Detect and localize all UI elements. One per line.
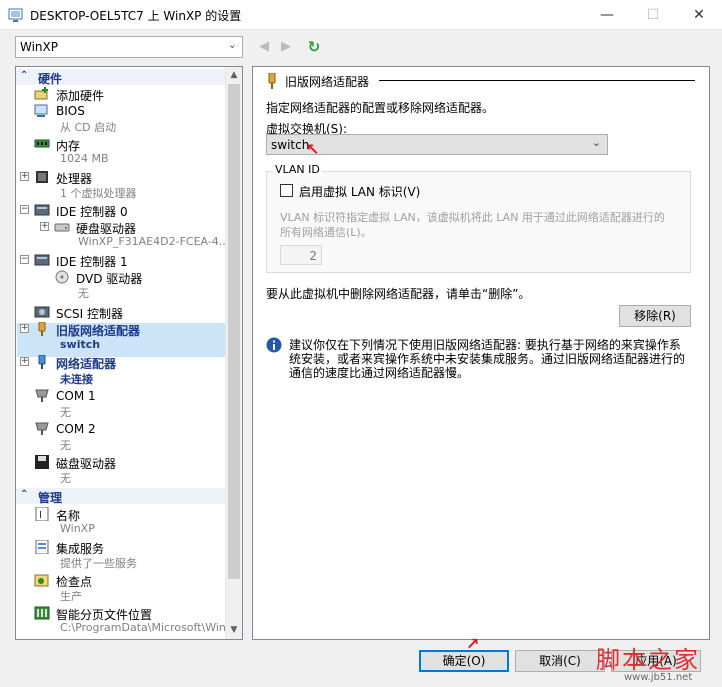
forward-icon: ▶ bbox=[281, 39, 291, 54]
cancel-button[interactable]: 取消(C) bbox=[515, 650, 605, 672]
remove-instructions: 要从此虚拟机中删除网络适配器，请单击“删除”。 bbox=[266, 287, 531, 301]
tree-item-detail: 生产 bbox=[60, 590, 82, 603]
vlan-id-value: 2 bbox=[309, 249, 317, 263]
tree-item-label: COM 1 bbox=[56, 389, 96, 403]
tree-item-detail: 1024 MB bbox=[60, 152, 109, 165]
scsi-controller-icon bbox=[34, 306, 50, 318]
info-icon bbox=[266, 337, 282, 353]
vlan-description-2: 所有网络通信(L)。 bbox=[280, 226, 372, 239]
tree-item-detail: 1 个虚拟处理器 bbox=[60, 187, 137, 200]
tree-item-detail: WinXP bbox=[60, 522, 95, 535]
hard-drive-icon bbox=[54, 223, 70, 232]
ok-button[interactable]: 确定(O) bbox=[419, 650, 509, 672]
bios-icon bbox=[34, 104, 48, 117]
vlan-description: VLAN 标识符指定虚拟 LAN，该虚拟机将此 LAN 用于通过此网络适配器进行… bbox=[280, 211, 665, 224]
tree-item-label: IDE 控制器 1 bbox=[56, 255, 128, 269]
virtual-switch-value: switch bbox=[271, 138, 310, 152]
panel-heading: 旧版网络适配器 bbox=[285, 75, 370, 89]
remove-button[interactable]: 移除(R) bbox=[619, 305, 691, 327]
svg-text:I: I bbox=[39, 510, 42, 521]
tree-item-detail: C:\ProgramData\Microsoft\Win... bbox=[60, 621, 237, 634]
ide-controller-icon bbox=[34, 254, 50, 266]
management-header-label: 管理 bbox=[38, 491, 63, 505]
tree-item-label: 旧版网络适配器 bbox=[56, 324, 141, 338]
tree-item-label: BIOS bbox=[56, 104, 85, 118]
legacy-network-adapter-icon bbox=[38, 322, 46, 336]
back-icon: ◀ bbox=[259, 39, 269, 54]
tree-item-detail: 未连接 bbox=[60, 373, 93, 386]
management-section-header[interactable]: ⌃ 管理 bbox=[16, 488, 226, 505]
vlan-checkbox-label[interactable]: 启用虚拟 LAN 标识(V) bbox=[299, 183, 420, 200]
tree-item-detail: 无 bbox=[60, 439, 71, 452]
tree-item-detail: 无 bbox=[60, 472, 71, 485]
dvd-drive-icon bbox=[55, 270, 69, 284]
tree-item-label: COM 2 bbox=[56, 422, 96, 436]
hardware-header-label: 硬件 bbox=[38, 72, 63, 86]
com-port-icon bbox=[35, 422, 49, 435]
collapse-icon: ⌃ bbox=[20, 489, 29, 500]
name-icon: I bbox=[35, 507, 49, 521]
network-adapter-icon bbox=[38, 355, 46, 369]
collapse-icon: ⌃ bbox=[20, 70, 29, 81]
memory-icon bbox=[34, 139, 50, 148]
hardware-tree[interactable]: ⌃ 硬件 添加硬件 BIOS 从 CD 启动 内存 1024 MB + 处理器 … bbox=[15, 66, 243, 640]
tree-item-detail: 从 CD 启动 bbox=[60, 121, 117, 134]
integration-services-icon bbox=[35, 540, 49, 554]
expand-icon[interactable]: + bbox=[20, 172, 29, 181]
chevron-down-icon: ⌄ bbox=[227, 38, 237, 51]
hyperv-settings-icon bbox=[8, 8, 23, 22]
panel-description: 指定网络适配器的配置或移除网络适配器。 bbox=[266, 101, 495, 115]
watermark-text: 脚本之家 bbox=[596, 646, 700, 674]
expand-icon[interactable]: + bbox=[20, 357, 29, 366]
heading-divider bbox=[379, 80, 695, 81]
minimize-button[interactable]: — bbox=[584, 0, 630, 30]
tree-item-detail: 提供了一些服务 bbox=[60, 557, 137, 570]
refresh-icon[interactable]: ↻ bbox=[305, 38, 323, 56]
expand-icon[interactable]: + bbox=[40, 222, 49, 231]
tree-item-detail: switch bbox=[60, 338, 101, 351]
collapse-icon[interactable]: − bbox=[20, 255, 29, 264]
legacy-network-adapter-icon bbox=[268, 73, 276, 89]
scroll-up-icon[interactable]: ▲ bbox=[226, 67, 242, 84]
close-button[interactable]: ✕ bbox=[676, 0, 722, 30]
tree-item-detail: WinXP_F31AE4D2-FCEA-4... bbox=[78, 235, 230, 248]
expand-icon[interactable]: + bbox=[20, 324, 29, 333]
tree-item-detail: 无 bbox=[78, 287, 89, 300]
annotation-arrow: ↖ bbox=[306, 140, 320, 159]
vlan-group: 启用虚拟 LAN 标识(V) VLAN 标识符指定虚拟 LAN，该虚拟机将此 L… bbox=[266, 171, 691, 273]
vm-selector-value: WinXP bbox=[20, 40, 58, 54]
smart-paging-icon bbox=[34, 606, 50, 620]
maximize-button: ☐ bbox=[646, 7, 660, 23]
floppy-icon bbox=[35, 455, 49, 469]
ide-controller-icon bbox=[34, 204, 50, 216]
window-title: DESKTOP-OEL5TC7 上 WinXP 的设置 bbox=[30, 9, 242, 23]
vlan-group-title: VLAN ID bbox=[273, 163, 322, 176]
hardware-section-header[interactable]: ⌃ 硬件 bbox=[16, 69, 226, 86]
settings-panel: 旧版网络适配器 指定网络适配器的配置或移除网络适配器。 虚拟交换机(S): sw… bbox=[252, 66, 710, 640]
checkpoint-icon bbox=[34, 574, 49, 587]
collapse-icon[interactable]: − bbox=[20, 205, 29, 214]
tree-item-label: 网络适配器 bbox=[56, 357, 117, 371]
vm-selector[interactable]: WinXP ⌄ bbox=[15, 36, 243, 58]
chevron-down-icon: ⌄ bbox=[591, 136, 601, 149]
scrollbar-thumb[interactable] bbox=[228, 84, 240, 579]
processor-icon bbox=[36, 171, 48, 183]
tree-item-label: SCSI 控制器 bbox=[56, 307, 123, 321]
tree-item-label: IDE 控制器 0 bbox=[56, 205, 128, 219]
tree-scrollbar[interactable]: ▲ ▼ bbox=[225, 67, 242, 639]
watermark-url: www.jb51.net bbox=[624, 672, 693, 683]
tree-item-label: 添加硬件 bbox=[56, 89, 105, 103]
title-bar: DESKTOP-OEL5TC7 上 WinXP 的设置 — ☐ ✕ bbox=[0, 0, 722, 30]
add-hardware-icon bbox=[34, 87, 48, 100]
scroll-down-icon[interactable]: ▼ bbox=[226, 622, 242, 639]
tree-item-detail: 无 bbox=[60, 406, 71, 419]
com-port-icon bbox=[35, 389, 49, 402]
info-text-3: 通信的速度比通过网络适配器慢。 bbox=[289, 366, 470, 380]
vlan-checkbox[interactable] bbox=[280, 184, 293, 197]
vlan-id-input: 2 bbox=[280, 245, 322, 265]
annotation-arrow: ↖ bbox=[463, 636, 483, 651]
